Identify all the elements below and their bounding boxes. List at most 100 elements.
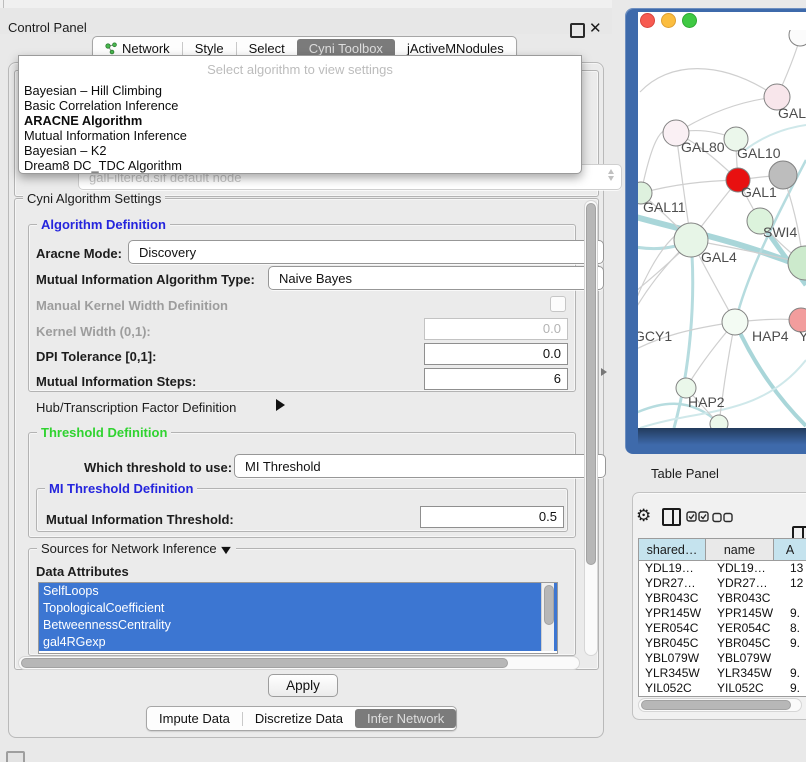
network-node[interactable] [722, 309, 748, 335]
table-row[interactable]: YBR045CYBR045C9. [639, 636, 806, 651]
group-title: Sources for Network Inference [37, 541, 236, 556]
show-checked-columns-icon[interactable] [686, 510, 710, 523]
float-panel-icon[interactable] [570, 23, 585, 38]
control-panel-titlebar: Control Panel ✕ [0, 8, 612, 34]
aracne-mode-value: Discovery [139, 245, 196, 260]
mi-steps-field[interactable]: 6 [424, 368, 568, 390]
column-header[interactable]: A [774, 539, 806, 560]
which-threshold-combo[interactable]: MI Threshold [234, 454, 606, 478]
column-header[interactable]: name [706, 539, 774, 560]
mi-type-combo[interactable]: Naive Bayes [268, 266, 604, 290]
network-node-label: SWI4 [763, 224, 797, 240]
window-close-button[interactable] [640, 13, 655, 28]
panel-title: Control Panel [8, 20, 87, 35]
algorithm-option[interactable]: Bayesian – K2 [22, 143, 578, 158]
network-node[interactable] [710, 415, 728, 428]
algorithm-popup-list: Bayesian – Hill ClimbingBasic Correlatio… [22, 83, 578, 173]
mi-steps-label: Mutual Information Steps: [36, 374, 196, 389]
network-graph[interactable]: GALGAL80GAL10GAL1GAL11SWI4GAL4GCY1HAP4YH… [638, 30, 806, 428]
scrollbar-thumb[interactable] [586, 203, 596, 565]
table-cell: YBR045C [711, 636, 784, 651]
table-cell: 12 [784, 576, 806, 591]
splitter-handle-icon[interactable] [601, 368, 607, 376]
algorithm-option[interactable]: Mutual Information Inference [22, 128, 578, 143]
window-zoom-button[interactable] [682, 13, 697, 28]
algorithm-option[interactable]: Basic Correlation Inference [22, 98, 578, 113]
kernel-width-label: Kernel Width (0,1): [36, 324, 151, 339]
network-icon [105, 42, 118, 55]
tab-label: Network [122, 41, 170, 56]
table-row[interactable]: YDL19…YDL19…13 [639, 561, 806, 576]
table-cell [784, 651, 806, 666]
manual-kernel-label: Manual Kernel Width Definition [36, 298, 228, 313]
attribute-list-item[interactable]: SelfLoops [39, 583, 557, 600]
table-cell: YLR345W [711, 666, 784, 681]
table-horizontal-scrollbar[interactable] [638, 698, 802, 712]
data-attributes-label: Data Attributes [36, 564, 129, 579]
table-row[interactable]: YBR043CYBR043C [639, 591, 806, 606]
table-header-row: shared…nameA [639, 539, 806, 561]
tab-label: Select [249, 41, 285, 56]
network-node-label: GAL4 [701, 249, 737, 265]
network-edge[interactable] [641, 180, 738, 193]
close-icon[interactable]: ✕ [589, 19, 602, 37]
scrollbar-thumb[interactable] [21, 658, 508, 668]
node-table[interactable]: shared…nameAYDL19…YDL19…13YDR27…YDR27…12… [638, 538, 806, 697]
window-minimize-button[interactable] [661, 13, 676, 28]
table-cell: YDR27… [639, 576, 711, 591]
list-vertical-scrollbar[interactable] [541, 583, 554, 651]
table-cell: 13 [784, 561, 806, 576]
table-cell: YBR043C [711, 591, 784, 606]
network-node[interactable] [788, 246, 806, 280]
settings-horizontal-scrollbar[interactable] [18, 656, 580, 670]
mi-type-value: Naive Bayes [279, 271, 352, 286]
table-row[interactable]: YPR145WYPR145W9. [639, 606, 806, 621]
tab-label: Style [195, 41, 224, 56]
tab-impute-data[interactable]: Impute Data [147, 709, 242, 728]
table-row[interactable]: YER054CYER054C8. [639, 621, 806, 636]
scrollbar-thumb[interactable] [641, 700, 791, 710]
hub-disclosure-icon[interactable] [276, 399, 285, 411]
network-window-bottom-border [638, 428, 806, 454]
algorithm-option[interactable]: Bayesian – Hill Climbing [22, 83, 578, 98]
network-edge[interactable] [676, 97, 777, 133]
algorithm-option[interactable]: Dream8 DC_TDC Algorithm [22, 158, 578, 173]
aracne-mode-combo[interactable]: Discovery [128, 240, 604, 264]
kernel-width-field[interactable]: 0.0 [424, 318, 568, 340]
tab-label: Discretize Data [255, 711, 343, 726]
table-row[interactable]: YLR345WYLR345W9. [639, 666, 806, 681]
network-node-label: Y [799, 328, 806, 344]
column-header[interactable]: shared… [639, 539, 706, 560]
network-edge[interactable] [640, 69, 777, 97]
data-attributes-list[interactable]: SelfLoopsTopologicalCoefficientBetweenne… [38, 582, 558, 654]
scrollbar-thumb[interactable] [544, 585, 554, 625]
tab-discretize-data[interactable]: Discretize Data [243, 709, 355, 728]
settings-vertical-scrollbar[interactable] [584, 200, 598, 656]
table-row[interactable]: YIL052CYIL052C9. [639, 681, 806, 696]
which-threshold-value: MI Threshold [245, 459, 321, 474]
table-cell [784, 591, 806, 606]
table-row[interactable]: YDR27…YDR27…12 [639, 576, 806, 591]
mi-threshold-field[interactable]: 0.5 [420, 506, 564, 528]
dock-corner-icon[interactable] [6, 751, 25, 762]
attribute-list-item[interactable]: TopologicalCoefficient [39, 600, 557, 617]
hide-columns-icon[interactable] [712, 512, 734, 523]
split-columns-icon[interactable] [662, 508, 681, 526]
group-title: Threshold Definition [37, 425, 171, 440]
network-node-label: HAP4 [752, 328, 789, 344]
tab-infer-network[interactable]: Infer Network [355, 709, 456, 728]
group-title: Algorithm Definition [37, 217, 170, 232]
sources-disclosure-icon[interactable] [221, 547, 231, 554]
attribute-list-item[interactable]: BetweennessCentrality [39, 617, 557, 634]
table-row[interactable]: YBL079WYBL079W [639, 651, 806, 666]
screen: Control Panel ✕ Network Style Select Cyn… [0, 0, 806, 762]
table-cell: YBR045C [639, 636, 711, 651]
algorithm-option[interactable]: ARACNE Algorithm [22, 113, 578, 128]
apply-button[interactable]: Apply [268, 674, 338, 697]
network-node[interactable] [789, 30, 806, 46]
algorithm-placeholder: Select algorithm to view settings [19, 62, 581, 77]
manual-kernel-checkbox[interactable] [550, 296, 566, 312]
attribute-list-item[interactable]: gal4RGexp [39, 634, 557, 651]
dpi-tolerance-field[interactable]: 0.0 [424, 343, 568, 365]
gear-icon[interactable]: ⚙ [636, 508, 651, 525]
